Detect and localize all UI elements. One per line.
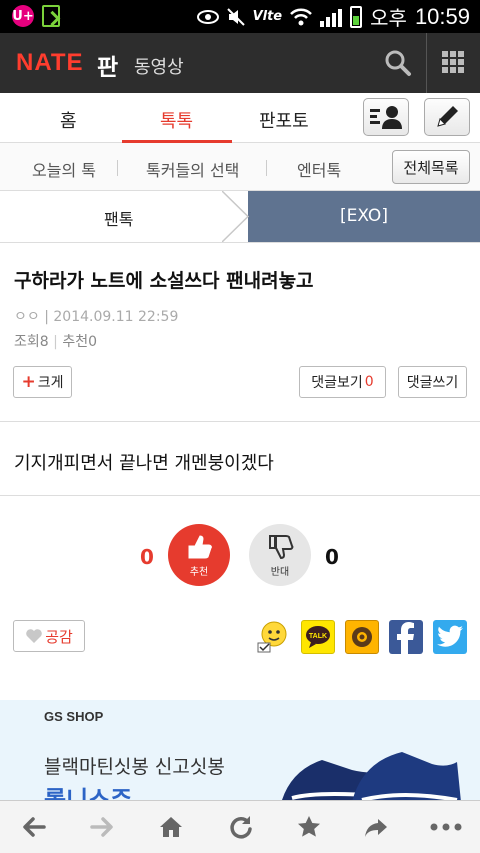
browser-bottom-bar bbox=[0, 800, 480, 853]
stats-separator: | bbox=[53, 334, 58, 350]
post-stats: 조회8 | 추천0 bbox=[14, 331, 97, 351]
my-profile-button[interactable] bbox=[363, 98, 409, 136]
signal-icon bbox=[320, 7, 343, 27]
subnav-talkers-choice[interactable]: 톡커들의 선택 bbox=[146, 157, 239, 181]
bookmark-star-icon[interactable] bbox=[295, 813, 323, 841]
status-time: 10:59 bbox=[414, 3, 470, 29]
plus-icon: + bbox=[21, 372, 36, 392]
ad-brand: GS SHOP bbox=[44, 709, 104, 724]
back-icon[interactable] bbox=[20, 813, 48, 841]
pan-title[interactable]: 판 bbox=[97, 48, 118, 82]
ad-text: 블랙마틴싯봉 신고싯봉 bbox=[44, 756, 225, 778]
empathy-label: 공감 bbox=[45, 627, 73, 646]
forward-icon[interactable] bbox=[88, 813, 116, 841]
main-tabs: 홈 톡톡 판포토 bbox=[0, 93, 480, 143]
recommend-label: 추천 bbox=[62, 334, 89, 350]
post-author: ㅇㅇ bbox=[14, 309, 40, 325]
advertisement-banner[interactable]: GS SHOP 블랙마틴싯봉 신고싯봉 롤니스주 bbox=[0, 700, 480, 800]
upvote-label: 추천 bbox=[189, 566, 209, 578]
facebook-icon bbox=[397, 622, 414, 654]
view-comments-button[interactable]: 댓글보기 0 bbox=[299, 366, 386, 398]
ad-headline: 롤니스주 bbox=[44, 786, 133, 800]
subnav-today-talk[interactable]: 오늘의 톡 bbox=[32, 157, 96, 181]
kakaotalk-share-button[interactable]: TALK bbox=[301, 620, 335, 654]
view-comments-label: 댓글보기 bbox=[311, 375, 363, 391]
divider bbox=[0, 495, 480, 496]
tab-home[interactable]: 홈 bbox=[60, 107, 77, 133]
video-link[interactable]: 동영상 bbox=[134, 53, 184, 79]
grid-menu-icon[interactable] bbox=[442, 51, 464, 73]
post-date: 2014.09.11 22:59 bbox=[53, 309, 179, 325]
refresh-icon[interactable] bbox=[226, 813, 254, 841]
kakaotalk-icon: TALK bbox=[306, 626, 330, 648]
wifi-icon bbox=[290, 8, 313, 25]
tab-toktok[interactable]: 톡톡 bbox=[160, 107, 193, 133]
search-icon[interactable] bbox=[384, 49, 412, 77]
breadcrumb-fantalk[interactable]: 팬톡 bbox=[104, 206, 133, 230]
facebook-share-button[interactable] bbox=[389, 620, 423, 654]
upvote-count: 0 bbox=[140, 545, 154, 569]
post-title: 구하라가 노트에 소설쓰다 팬내려놓고 bbox=[14, 270, 314, 292]
kakaostory-share-button[interactable] bbox=[345, 620, 379, 654]
sub-nav: 오늘의 톡 톡커들의 선택 엔터톡 전체목록 bbox=[0, 143, 480, 191]
upvote-button[interactable]: 추천 bbox=[168, 524, 230, 586]
heart-icon bbox=[26, 629, 42, 643]
twitter-share-button[interactable] bbox=[433, 620, 467, 654]
downvote-count: 0 bbox=[325, 545, 339, 569]
enlarge-label: 크게 bbox=[37, 375, 64, 391]
emoticon-icon bbox=[257, 621, 287, 653]
subnav-separator bbox=[117, 160, 118, 176]
app-header: NATE 판 동영상 bbox=[0, 33, 480, 93]
tab-panphoto[interactable]: 판포토 bbox=[259, 107, 309, 133]
download-icon bbox=[42, 5, 60, 27]
thumbs-down-icon bbox=[269, 534, 294, 559]
divider bbox=[0, 421, 480, 422]
network-label: Vlte bbox=[252, 9, 283, 24]
post-body: 기지개피면서 끝나면 개멘붕이겠다 bbox=[14, 453, 274, 474]
breadcrumb: 팬톡 [EXO] bbox=[0, 191, 480, 243]
status-bar: U+ Vlte 오후 10:59 bbox=[0, 0, 480, 33]
status-ampm: 오후 bbox=[370, 6, 407, 30]
enlarge-button[interactable]: + 크게 bbox=[13, 366, 72, 398]
nate-logo[interactable]: NATE bbox=[16, 49, 84, 77]
battery-icon bbox=[350, 5, 363, 28]
views-count: 8 bbox=[39, 334, 49, 350]
all-list-button[interactable]: 전체목록 bbox=[392, 150, 470, 184]
subnav-enter-talk[interactable]: 엔터톡 bbox=[297, 157, 341, 181]
home-icon[interactable] bbox=[157, 813, 185, 841]
write-button[interactable] bbox=[424, 98, 470, 136]
write-pencil-icon bbox=[437, 106, 458, 127]
views-label: 조회 bbox=[14, 334, 40, 350]
write-comment-button[interactable]: 댓글쓰기 bbox=[398, 366, 467, 398]
kakaostory-icon bbox=[352, 627, 372, 647]
breadcrumb-arrow bbox=[222, 191, 250, 242]
thumbs-up-icon bbox=[188, 534, 212, 558]
eye-icon bbox=[196, 9, 219, 24]
post-meta: ㅇㅇ | 2014.09.11 22:59 bbox=[14, 306, 178, 326]
subnav-separator bbox=[266, 160, 267, 176]
header-divider bbox=[426, 33, 427, 93]
empathy-button[interactable]: 공감 bbox=[13, 620, 85, 652]
mute-icon bbox=[226, 7, 245, 26]
carrier-icon: U+ bbox=[12, 5, 34, 27]
kakaotalk-text: TALK bbox=[309, 633, 327, 640]
emoticon-share-button[interactable] bbox=[256, 620, 290, 654]
meta-separator: | bbox=[44, 309, 49, 325]
comment-count: 0 bbox=[364, 374, 374, 390]
breadcrumb-exo[interactable]: [EXO] bbox=[340, 206, 388, 226]
shoe-image bbox=[282, 752, 461, 800]
twitter-icon bbox=[437, 625, 463, 647]
recommend-count: 0 bbox=[88, 334, 97, 350]
downvote-button[interactable]: 반대 bbox=[249, 524, 311, 586]
more-icon[interactable] bbox=[428, 813, 464, 841]
downvote-label: 반대 bbox=[270, 566, 290, 578]
share-icon[interactable] bbox=[362, 813, 390, 841]
my-profile-icon bbox=[370, 106, 402, 129]
